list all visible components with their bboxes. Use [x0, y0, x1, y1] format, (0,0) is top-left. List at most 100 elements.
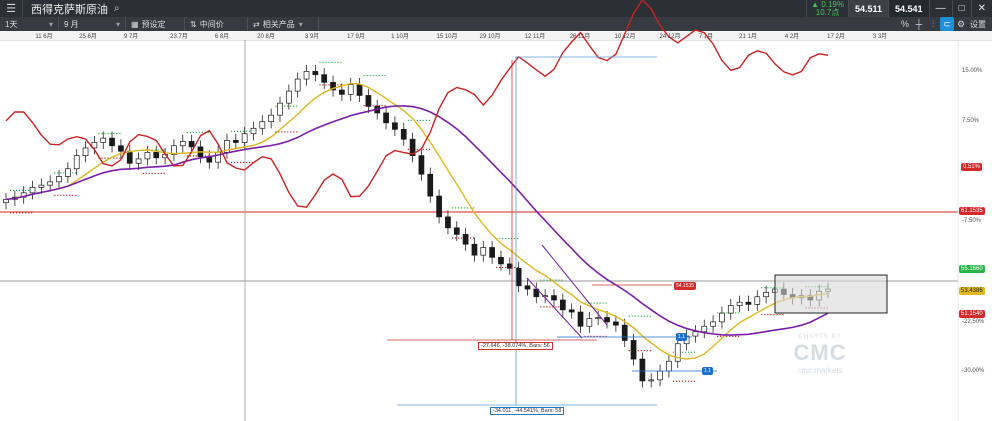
candle	[285, 90, 292, 104]
support-dot	[555, 279, 557, 281]
support-dot	[75, 172, 77, 174]
candle	[754, 296, 761, 305]
support-dot	[770, 287, 772, 289]
resistance-dot	[157, 172, 159, 175]
support-dot	[543, 279, 545, 281]
resistance-dot	[195, 155, 197, 157]
candle	[321, 74, 328, 83]
support-dot	[416, 119, 418, 122]
support-dot	[104, 132, 106, 135]
support-dot	[463, 207, 466, 209]
candle	[568, 309, 575, 313]
support-dot	[460, 207, 463, 209]
resistance-dot	[770, 313, 772, 316]
support-dot	[472, 207, 475, 209]
support-dot	[195, 131, 197, 134]
support-dot	[275, 105, 277, 107]
resistance-dot	[738, 335, 740, 338]
support-dot	[649, 315, 651, 317]
support-dot	[192, 131, 194, 134]
resistance-dot	[381, 105, 383, 107]
resistance-dot	[116, 157, 118, 159]
resistance-dot	[236, 161, 239, 164]
resistance-dot	[25, 212, 27, 214]
support-dot	[631, 315, 633, 317]
support-dot	[605, 302, 607, 304]
candle	[179, 141, 186, 147]
support-dot	[157, 149, 159, 151]
resistance-dot	[496, 266, 498, 269]
support-dot	[599, 302, 601, 304]
support-dot	[508, 237, 510, 240]
candle	[586, 318, 593, 327]
support-dot	[328, 61, 330, 64]
resistance-dot	[767, 313, 769, 316]
resistance-dot	[325, 84, 327, 86]
resistance-dot	[735, 335, 737, 338]
resistance-dot	[451, 237, 454, 239]
box-top-tag: 54.1535	[674, 282, 697, 290]
candle	[648, 379, 655, 382]
support-dot	[98, 132, 100, 135]
candle	[294, 78, 301, 92]
support-dot	[499, 237, 501, 240]
support-dot	[201, 131, 203, 134]
candle	[418, 155, 425, 175]
resistance-dot	[63, 194, 65, 196]
candle	[595, 317, 602, 319]
support-dot	[287, 105, 289, 107]
support-dot	[366, 74, 368, 77]
support-dot	[57, 172, 59, 174]
candle	[29, 186, 36, 194]
resistance-dot	[16, 212, 18, 214]
support-dot	[628, 315, 630, 317]
candle	[506, 263, 513, 269]
resistance-dot	[10, 212, 12, 214]
candle	[56, 176, 62, 183]
support-dot	[738, 312, 740, 314]
support-dot	[764, 287, 766, 289]
support-dot	[687, 351, 690, 353]
resistance-dot	[60, 194, 62, 196]
support-dot	[767, 287, 769, 289]
resistance-dot	[416, 148, 418, 150]
support-dot	[239, 130, 242, 132]
resistance-dot	[457, 237, 460, 239]
candle	[559, 299, 566, 311]
support-dot	[640, 315, 642, 317]
watermark-logo: CMC	[793, 340, 847, 365]
lower-price-tag: 51.1540	[959, 310, 985, 318]
resistance-dot	[104, 157, 106, 159]
resistance-dot	[72, 194, 74, 196]
resistance-dot	[502, 266, 504, 269]
candle	[577, 311, 584, 327]
candle	[365, 95, 372, 107]
support-dot	[684, 351, 687, 353]
support-dot	[22, 189, 24, 192]
resistance-dot	[761, 313, 763, 316]
candle	[515, 267, 522, 287]
resistance-dot	[281, 131, 283, 133]
support-dot	[16, 189, 18, 192]
resistance-dot	[693, 380, 696, 382]
resistance-dot	[720, 335, 722, 338]
resistance-dot	[460, 237, 463, 239]
candle	[727, 305, 734, 314]
support-dot	[60, 172, 62, 174]
y-tick-label: 7.50%	[962, 118, 980, 124]
resistance-dot	[732, 335, 734, 338]
resistance-dot	[407, 148, 409, 150]
support-dot	[546, 279, 548, 281]
resistance-dot	[239, 161, 242, 164]
candle	[153, 151, 160, 159]
candle	[692, 331, 699, 337]
resistance-dot	[628, 350, 630, 352]
support-dot	[284, 105, 286, 107]
support-dot	[466, 207, 469, 209]
resistance-dot	[363, 105, 365, 107]
candle	[480, 247, 487, 256]
support-dot	[119, 132, 121, 135]
candle	[347, 84, 354, 95]
support-dot	[369, 74, 371, 77]
support-dot	[643, 315, 645, 317]
